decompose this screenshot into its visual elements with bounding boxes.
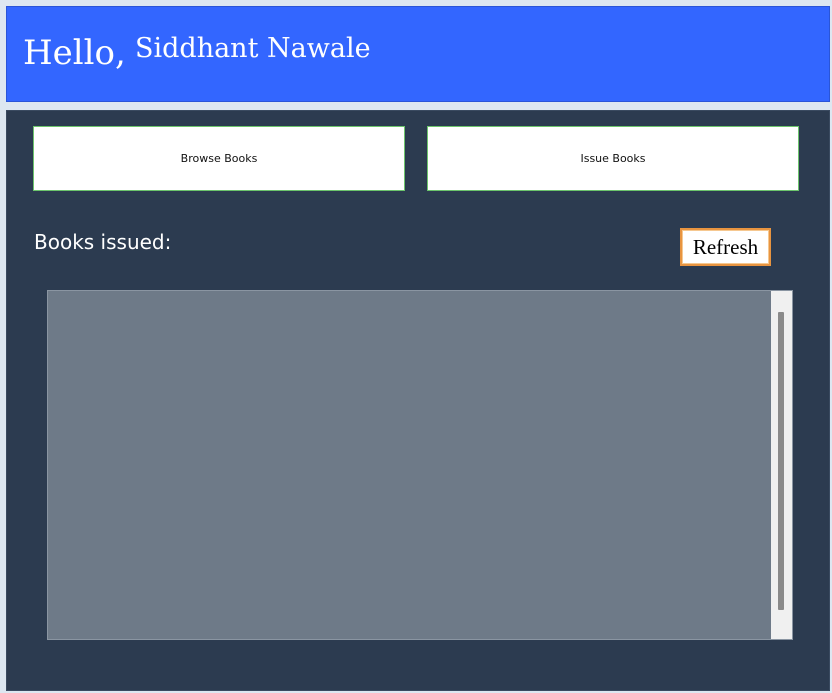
username-text: Siddhant Nawale — [135, 33, 371, 64]
issue-books-button[interactable]: Issue Books — [427, 126, 799, 191]
app-window: Hello, Siddhant Nawale Browse Books Issu… — [0, 0, 832, 693]
header-bar: Hello, Siddhant Nawale — [6, 6, 830, 102]
browse-books-button[interactable]: Browse Books — [33, 126, 405, 191]
issued-books-list[interactable] — [47, 290, 793, 640]
scrollbar-thumb[interactable] — [778, 312, 784, 610]
greeting-text: Hello, — [23, 33, 126, 73]
list-scrollbar[interactable] — [771, 291, 792, 639]
refresh-button[interactable]: Refresh — [680, 228, 771, 266]
books-issued-label: Books issued: — [34, 230, 172, 254]
main-panel: Browse Books Issue Books Books issued: R… — [6, 110, 830, 691]
